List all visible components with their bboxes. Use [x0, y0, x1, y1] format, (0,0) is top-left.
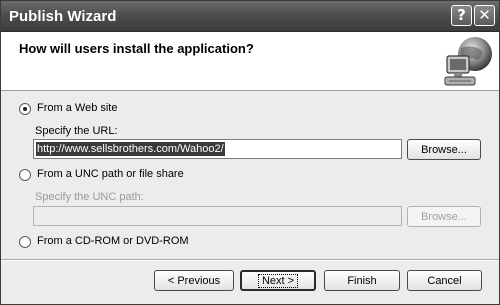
close-button[interactable]: ✕: [474, 5, 495, 26]
finish-label: Finish: [347, 274, 377, 287]
url-field-label: Specify the URL:: [35, 125, 118, 137]
browse-unc-label: Browse...: [421, 210, 467, 223]
unc-path-label[interactable]: From a UNC path or file share: [37, 168, 184, 180]
publish-wizard-window: Publish Wizard ? ✕ How will users instal…: [0, 0, 500, 305]
footer-divider: [1, 259, 499, 261]
next-button[interactable]: Next >: [240, 270, 316, 291]
browse-unc-button[interactable]: Browse...: [407, 206, 481, 227]
wizard-header: How will users install the application?: [1, 32, 499, 91]
next-focus: Next >: [257, 273, 299, 288]
cd-rom-radio[interactable]: [19, 236, 31, 248]
browse-url-label: Browse...: [421, 143, 467, 156]
help-button[interactable]: ?: [451, 5, 472, 26]
page-title: How will users install the application?: [19, 41, 254, 56]
unc-path-radio[interactable]: [19, 169, 31, 181]
unc-path-input[interactable]: [33, 206, 402, 226]
cancel-label: Cancel: [427, 274, 462, 287]
previous-button[interactable]: < Previous: [154, 270, 234, 291]
previous-label: < Previous: [167, 274, 221, 287]
url-input[interactable]: http://www.sellsbrothers.com/Wahoo2/: [33, 139, 402, 159]
cancel-button[interactable]: Cancel: [407, 270, 482, 291]
url-input-value: http://www.sellsbrothers.com/Wahoo2/: [36, 142, 225, 156]
close-icon: ✕: [478, 6, 491, 24]
window-title: Publish Wizard: [9, 8, 117, 25]
radio-selected-dot: [23, 107, 27, 111]
web-site-label[interactable]: From a Web site: [37, 102, 118, 114]
finish-button[interactable]: Finish: [324, 270, 400, 291]
next-label: Next >: [261, 274, 295, 287]
help-icon: ?: [457, 6, 466, 24]
web-site-radio[interactable]: [19, 103, 31, 115]
title-bar[interactable]: Publish Wizard ? ✕: [1, 1, 499, 32]
browse-url-button[interactable]: Browse...: [407, 139, 481, 160]
unc-field-label: Specify the UNC path:: [35, 191, 144, 203]
cd-rom-label[interactable]: From a CD-ROM or DVD-ROM: [37, 235, 189, 247]
network-computer-icon: [444, 37, 492, 86]
